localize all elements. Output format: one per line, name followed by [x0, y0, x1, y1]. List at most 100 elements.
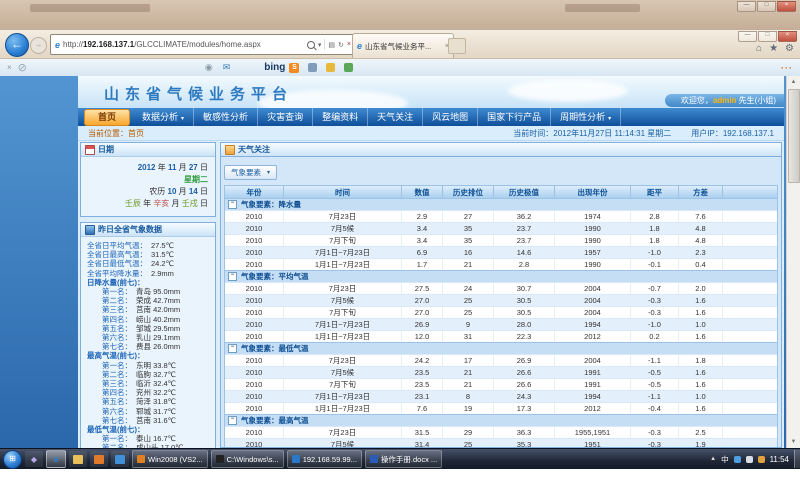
taskbar-explorer-icon[interactable]: [69, 451, 87, 467]
taskbar-browser-icon[interactable]: [111, 451, 129, 467]
refresh-icon[interactable]: ↻: [338, 41, 344, 49]
taskbar-window-button[interactable]: Win2008 (VS2...: [132, 450, 208, 468]
mail-icon[interactable]: ✉: [223, 62, 231, 73]
table-cell: -1.1: [631, 355, 679, 366]
more-options-icon[interactable]: ···: [781, 63, 793, 73]
compatibility-icon[interactable]: ▤: [328, 41, 335, 49]
collapse-icon[interactable]: −: [228, 344, 237, 353]
table-cell: 7月5候: [284, 439, 402, 448]
action-center-flag-icon[interactable]: [758, 456, 765, 463]
pinned-app-icon[interactable]: ◆: [25, 451, 43, 467]
new-tab-button[interactable]: [448, 38, 466, 54]
maximize-icon[interactable]: □: [758, 31, 777, 42]
chevron-down-icon[interactable]: ▾: [318, 41, 322, 49]
page-scrollbar[interactable]: ▲ ▼: [786, 76, 800, 448]
screenshot-camera-icon[interactable]: ◉: [205, 62, 213, 73]
collapse-icon[interactable]: −: [228, 272, 237, 281]
taskbar-buttons: Win2008 (VS2...C:\Windows\s...192.168.59…: [132, 450, 442, 468]
nav-item-2[interactable]: 数据分析▾: [133, 108, 194, 126]
table-cell: 1月1日~7月23日: [284, 331, 402, 342]
addon-icon-1[interactable]: [308, 63, 317, 72]
taskbar-media-player-icon[interactable]: [90, 451, 108, 467]
breadcrumb[interactable]: 当前位置：首页: [88, 128, 144, 139]
table-cell-filler: [723, 223, 777, 234]
bing-logo[interactable]: bing: [264, 62, 285, 73]
settings-gear-icon[interactable]: ⚙: [785, 43, 794, 54]
rank-value: 莒南 42.0mm: [136, 305, 180, 314]
addon-logo-icon[interactable]: ⊘: [18, 61, 27, 74]
stat-row: 全省平均降水量：2.9mm: [87, 269, 213, 278]
table-row: 20107月23日2.92736.219742.87.6: [225, 210, 777, 222]
scrollbar-thumb[interactable]: [788, 89, 800, 183]
nav-item-6[interactable]: 天气关注: [368, 108, 423, 126]
nav-item-4[interactable]: 灾害查询: [258, 108, 313, 126]
taskbar-launcher-icons: [69, 451, 129, 467]
network-icon[interactable]: [734, 456, 741, 463]
taskbar-window-button[interactable]: 192.168.59.99...: [287, 450, 362, 468]
maximize-icon[interactable]: □: [757, 1, 776, 12]
taskbar-clock[interactable]: 11:54: [770, 455, 789, 464]
language-indicator[interactable]: 中: [721, 454, 729, 465]
active-ie-taskbar-icon[interactable]: e: [46, 450, 66, 468]
collapse-icon[interactable]: −: [228, 416, 237, 425]
stop-icon[interactable]: ×: [347, 41, 351, 48]
address-bar[interactable]: e http://192.168.137.1/GLCCLIMATE/module…: [50, 34, 356, 55]
nav-item-3[interactable]: 敏感性分析: [194, 108, 258, 126]
background-window-controls: — □ ×: [737, 1, 796, 12]
weather-element-button[interactable]: 气象要素 ▾: [224, 165, 277, 180]
search-badge-icon[interactable]: S: [289, 63, 299, 73]
taskbar-window-button[interactable]: C:\Windows\s...: [211, 450, 284, 468]
home-icon[interactable]: ⌂: [756, 43, 762, 54]
table-cell: 26.9: [494, 355, 555, 366]
browser-tab[interactable]: e 山东省气候业务平... ×: [352, 33, 454, 58]
addon-icon-3[interactable]: [344, 63, 353, 72]
table-cell: 1月1日~7月23日: [284, 259, 402, 270]
volume-icon[interactable]: [746, 456, 753, 463]
nav-item-5[interactable]: 整编资料: [313, 108, 368, 126]
minimize-icon[interactable]: —: [738, 31, 757, 42]
collapse-icon[interactable]: −: [228, 200, 237, 209]
forward-button[interactable]: →: [30, 37, 47, 54]
start-button[interactable]: ⊞: [3, 450, 22, 469]
search-icon[interactable]: [307, 41, 315, 49]
addon-icon-2[interactable]: [326, 63, 335, 72]
table-cell: 4.8: [679, 235, 723, 246]
table-cell: 1月1日~7月23日: [284, 403, 402, 414]
close-icon[interactable]: ×: [778, 31, 797, 42]
rank-value: 临沂 32.4℃: [136, 379, 176, 388]
nav-item-8[interactable]: 国家下行产品: [478, 108, 551, 126]
table-cell-filler: [723, 367, 777, 378]
rank-section-title: 日降水量(前七)：: [87, 278, 213, 287]
rank-section-title: 最高气温(前七)：: [87, 351, 213, 360]
table-cell: 1.6: [679, 331, 723, 342]
table-group-header[interactable]: −气象要素：最高气温: [225, 414, 777, 426]
minimize-icon[interactable]: —: [737, 1, 756, 12]
table-group-header[interactable]: −气象要素：平均气温: [225, 270, 777, 282]
table-row: 20107月23日27.52430.72004-0.72.0: [225, 282, 777, 294]
taskbar-window-button[interactable]: 操作手册.docx ...: [365, 450, 442, 468]
table-cell: 1.8: [631, 235, 679, 246]
table-cell: 21: [443, 367, 494, 378]
table-cell-filler: [723, 235, 777, 246]
stat-value: 27.5℃: [151, 241, 174, 250]
toolbar-close-icon[interactable]: ×: [7, 63, 12, 72]
scroll-down-icon[interactable]: ▼: [787, 436, 800, 448]
show-desktop-button[interactable]: [794, 450, 800, 468]
hidden-icons-arrow[interactable]: ▲: [710, 456, 716, 462]
lunar-line: 农历 10 月 14 日: [85, 186, 208, 198]
back-button[interactable]: ←: [5, 33, 29, 57]
nav-item-7[interactable]: 风云地图: [423, 108, 478, 126]
caret-down-icon: ▾: [267, 169, 270, 176]
table-group-header[interactable]: −气象要素：降水量: [225, 198, 777, 210]
welcome-bar: 欢迎您，admin 先生(小姐): [665, 94, 784, 107]
table-header-cell: 数值: [402, 186, 443, 198]
scroll-up-icon[interactable]: ▲: [787, 76, 800, 88]
nav-item-1[interactable]: 首页: [84, 109, 130, 126]
table-row: 20107月1日~7月23日6.91614.61957-1.02.3: [225, 246, 777, 258]
table-group-header[interactable]: −气象要素：最低气温: [225, 342, 777, 354]
favorites-star-icon[interactable]: ★: [769, 43, 778, 54]
nav-item-9[interactable]: 周期性分析▾: [551, 108, 621, 126]
table-cell: 1957: [555, 247, 631, 258]
ie-window-controls: — □ ×: [738, 31, 797, 42]
close-icon[interactable]: ×: [777, 1, 796, 12]
